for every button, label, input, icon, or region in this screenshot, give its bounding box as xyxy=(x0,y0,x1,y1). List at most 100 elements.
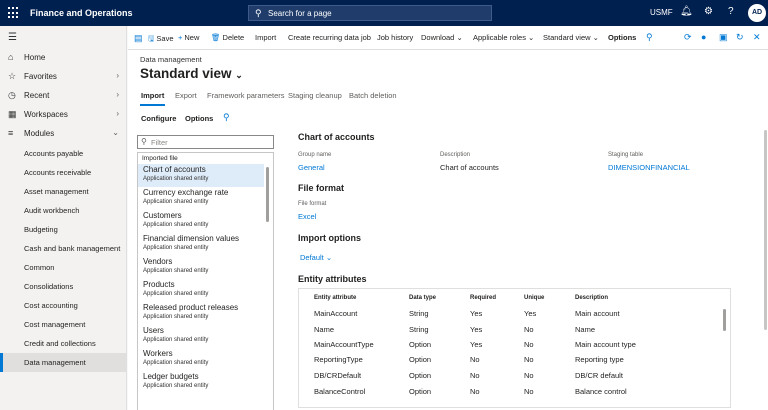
column-header[interactable]: Unique xyxy=(524,295,544,301)
list-item[interactable]: Products Application shared entity xyxy=(138,279,264,302)
search-icon[interactable]: ⚲ xyxy=(646,32,653,43)
list-item[interactable]: Customers Application shared entity xyxy=(138,210,264,233)
cell: Yes xyxy=(524,309,537,318)
list-item[interactable]: Ledger budgets Application shared entity xyxy=(138,371,264,394)
list-item[interactable]: Financial dimension values Application s… xyxy=(138,233,264,256)
avatar[interactable]: AD xyxy=(748,4,766,22)
search-input[interactable]: ⚲ Search for a page xyxy=(248,5,492,21)
list-item[interactable]: Currency exchange rate Application share… xyxy=(138,187,264,210)
page-title[interactable]: Standard view ⌄ xyxy=(140,66,243,81)
module-item[interactable]: Asset management xyxy=(0,182,127,201)
list-item[interactable]: Users Application shared entity xyxy=(138,325,264,348)
tab-batch-deletion[interactable]: Batch deletion xyxy=(349,91,397,100)
module-item[interactable]: Credit and collections xyxy=(0,334,127,353)
module-item-active[interactable]: Data management xyxy=(0,353,127,372)
module-item[interactable]: Consolidations xyxy=(0,277,127,296)
file-format-link[interactable]: Excel xyxy=(298,212,316,221)
tab-framework-parameters[interactable]: Framework parameters xyxy=(207,91,285,100)
staging-table-link[interactable]: DIMENSIONFINANCIAL xyxy=(608,163,690,172)
nav-item-recent[interactable]: ◷ Recent › xyxy=(0,86,127,105)
filter-input[interactable]: ⚲ Filter xyxy=(137,135,274,149)
nav-label: Workspaces xyxy=(24,110,68,119)
gear-icon[interactable]: ⚙ xyxy=(704,6,713,17)
options-subtab[interactable]: Options xyxy=(185,114,213,123)
nav-item-workspaces[interactable]: ▦ Workspaces › xyxy=(0,105,127,124)
list-item[interactable]: Released product releases Application sh… xyxy=(138,302,264,325)
page-scrollbar[interactable] xyxy=(764,130,767,330)
tab-staging-cleanup[interactable]: Staging cleanup xyxy=(288,91,342,100)
import-button[interactable]: Import xyxy=(255,33,276,42)
grid-icon[interactable]: ▤ xyxy=(134,33,143,44)
column-header[interactable]: Description xyxy=(575,295,608,301)
tab-import[interactable]: Import xyxy=(141,91,164,100)
module-item[interactable]: Accounts receivable xyxy=(0,163,127,182)
save-label: Save xyxy=(156,34,174,43)
job-history-button[interactable]: Job history xyxy=(377,33,413,42)
column-header[interactable]: Entity attribute xyxy=(314,295,356,301)
options-button[interactable]: Options xyxy=(608,33,636,42)
nav-item-home[interactable]: ⌂ Home xyxy=(0,48,127,67)
applicable-roles-menu[interactable]: Applicable roles ⌄ xyxy=(473,33,534,42)
search-placeholder: Search for a page xyxy=(268,9,332,18)
cell: Main account type xyxy=(575,340,636,349)
list-item[interactable]: Workers Application shared entity xyxy=(138,348,264,371)
module-item[interactable]: Audit workbench xyxy=(0,201,127,220)
bell-icon[interactable]: 🔔︎ xyxy=(680,6,693,17)
info-icon[interactable]: ● xyxy=(701,32,706,42)
standard-view-menu[interactable]: Standard view ⌄ xyxy=(543,33,599,42)
configure-button[interactable]: Configure xyxy=(141,114,176,123)
create-recurring-job-button[interactable]: Create recurring data job xyxy=(288,33,371,42)
action-pane: ▤ 🖫︎ Save + New 🗑︎ Delete Import Create rec… xyxy=(128,26,768,50)
download-menu[interactable]: Download ⌄ xyxy=(421,33,463,42)
module-item[interactable]: Cash and bank management xyxy=(0,239,127,258)
cell: Yes xyxy=(470,309,483,318)
group-name-link[interactable]: General xyxy=(298,163,325,172)
save-button[interactable]: 🖫︎ Save xyxy=(148,33,174,46)
entity-name: Chart of accounts xyxy=(143,165,206,174)
star-icon: ☆ xyxy=(8,71,17,81)
table-scrollbar[interactable] xyxy=(723,309,726,331)
app-launcher-icon[interactable] xyxy=(8,7,20,19)
module-item[interactable]: Common xyxy=(0,258,127,277)
new-button[interactable]: + New xyxy=(178,33,199,42)
cell: No xyxy=(524,387,534,396)
office-icon[interactable]: ▣ xyxy=(719,32,728,43)
cell: Balance control xyxy=(575,387,627,396)
chevron-down-icon: ⌄ xyxy=(528,33,535,42)
chevron-down-icon: ⌄ xyxy=(456,33,463,42)
module-item[interactable]: Cost management xyxy=(0,315,127,334)
search-icon[interactable]: ⚲ xyxy=(223,112,230,123)
entity-type: Application shared entity xyxy=(143,291,209,297)
nav-item-modules[interactable]: ≡ Modules ⌄ xyxy=(0,124,127,143)
module-item[interactable]: Cost accounting xyxy=(0,296,127,315)
column-header[interactable]: Required xyxy=(470,295,496,301)
description-value: Chart of accounts xyxy=(440,163,499,172)
hamburger-icon[interactable]: ☰ xyxy=(8,32,17,43)
import-option-dropdown[interactable]: Default ⌄ xyxy=(300,253,332,262)
list-item[interactable]: Vendors Application shared entity xyxy=(138,256,264,279)
entity-type: Application shared entity xyxy=(143,268,209,274)
list-item-selected[interactable]: Chart of accounts Application shared ent… xyxy=(138,164,264,187)
help-icon[interactable]: ? xyxy=(728,6,734,17)
link-icon[interactable]: ⟳ xyxy=(684,32,692,43)
close-icon[interactable]: ✕ xyxy=(753,32,761,43)
cell: MainAccountType xyxy=(314,340,374,349)
company-picker[interactable]: USMF xyxy=(650,8,673,17)
module-item[interactable]: Budgeting xyxy=(0,220,127,239)
refresh-icon[interactable]: ↻ xyxy=(736,32,744,43)
cell: No xyxy=(524,355,534,364)
chevron-right-icon: › xyxy=(116,109,119,118)
module-label: Consolidations xyxy=(24,282,74,291)
nav-item-favorites[interactable]: ☆ Favorites › xyxy=(0,67,127,86)
column-header[interactable]: Data type xyxy=(409,295,436,301)
module-label: Audit workbench xyxy=(24,206,80,215)
app-title[interactable]: Finance and Operations xyxy=(30,8,133,18)
tab-export[interactable]: Export xyxy=(175,91,197,100)
delete-button[interactable]: 🗑︎ Delete xyxy=(211,33,244,42)
breadcrumb[interactable]: Data management xyxy=(140,55,202,64)
nav-label: Modules xyxy=(24,129,55,138)
list-scrollbar[interactable] xyxy=(266,167,269,222)
module-item[interactable]: Accounts payable xyxy=(0,144,127,163)
entity-type: Application shared entity xyxy=(143,383,209,389)
cell: DB/CR default xyxy=(575,371,623,380)
